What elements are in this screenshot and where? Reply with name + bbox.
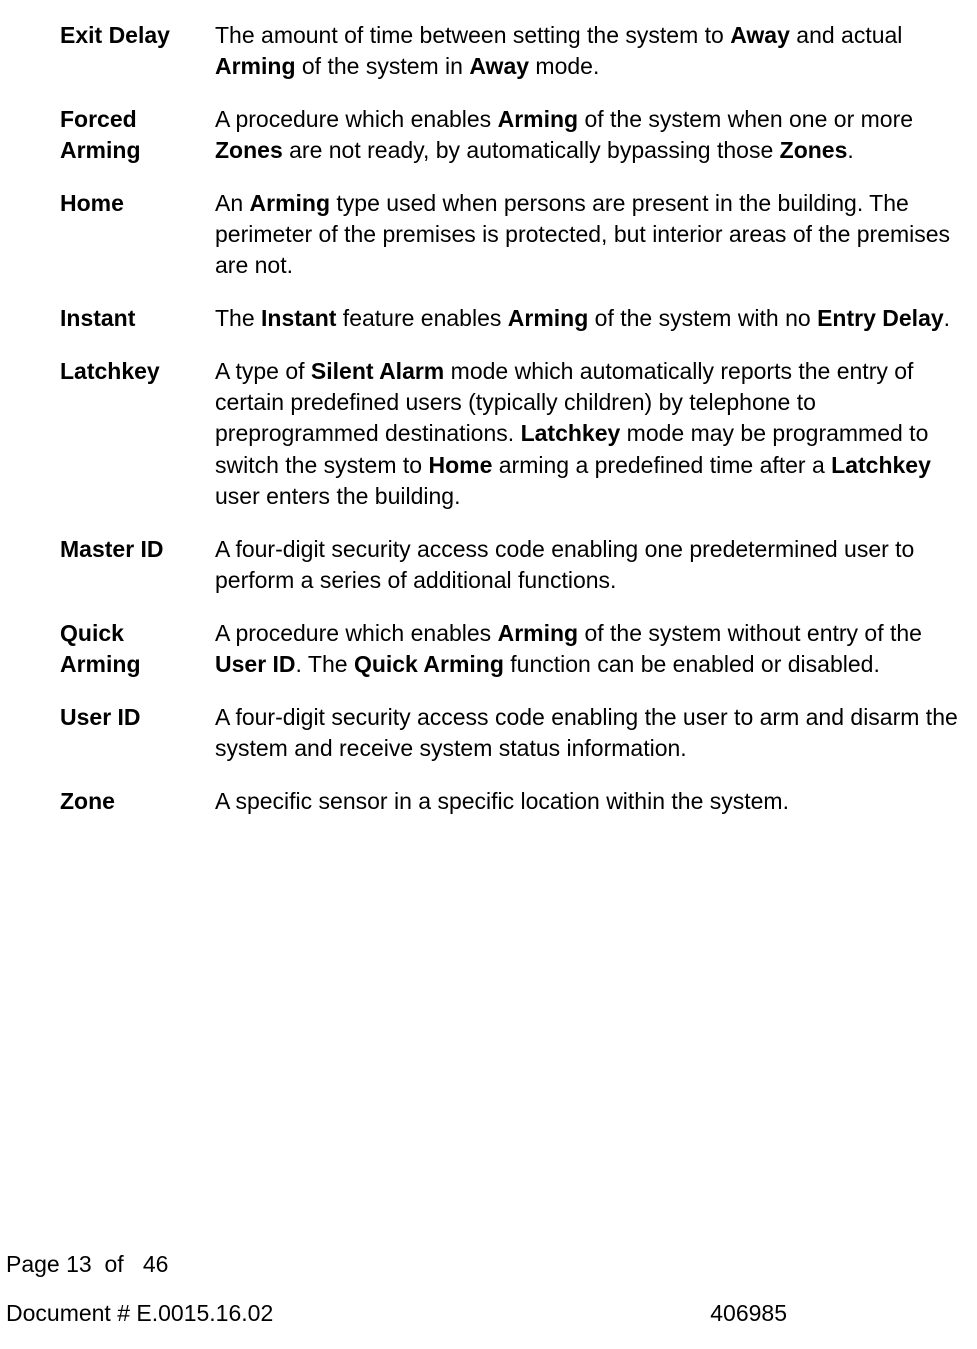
definition-term: Latchkey bbox=[60, 356, 215, 511]
definition-entry: Quick ArmingA procedure which enables Ar… bbox=[60, 618, 967, 680]
page-footer: Page 13 of 46 Document # E.0015.16.02 40… bbox=[0, 1249, 977, 1329]
definition-term: User ID bbox=[60, 702, 215, 764]
definition-text: A four-digit security access code enabli… bbox=[215, 702, 967, 764]
definition-term: Home bbox=[60, 188, 215, 281]
document-number: Document # E.0015.16.02 bbox=[6, 1298, 273, 1329]
definition-term: Instant bbox=[60, 303, 215, 334]
definition-text: A procedure which enables Arming of the … bbox=[215, 618, 967, 680]
definition-entry: LatchkeyA type of Silent Alarm mode whic… bbox=[60, 356, 967, 511]
definition-term: Zone bbox=[60, 786, 215, 817]
definition-text: The Instant feature enables Arming of th… bbox=[215, 303, 967, 334]
definition-entry: Forced ArmingA procedure which enables A… bbox=[60, 104, 967, 166]
definition-text: A procedure which enables Arming of the … bbox=[215, 104, 967, 166]
page-number-line: Page 13 of 46 bbox=[0, 1249, 967, 1280]
definition-text: An Arming type used when persons are pre… bbox=[215, 188, 967, 281]
page-of: of bbox=[104, 1251, 123, 1277]
definition-text: A type of Silent Alarm mode which automa… bbox=[215, 356, 967, 511]
definition-term: Master ID bbox=[60, 534, 215, 596]
definitions-list: Exit DelayThe amount of time between set… bbox=[60, 20, 967, 817]
page-current: 13 bbox=[66, 1251, 92, 1277]
document-info-line: Document # E.0015.16.02 406985 bbox=[0, 1298, 967, 1329]
definition-entry: ZoneA specific sensor in a specific loca… bbox=[60, 786, 967, 817]
definition-entry: InstantThe Instant feature enables Armin… bbox=[60, 303, 967, 334]
definition-term: Forced Arming bbox=[60, 104, 215, 166]
page-label: Page bbox=[6, 1251, 60, 1277]
definition-text: A specific sensor in a specific location… bbox=[215, 786, 967, 817]
document-code: 406985 bbox=[710, 1298, 787, 1329]
definition-term: Exit Delay bbox=[60, 20, 215, 82]
definition-text: The amount of time between setting the s… bbox=[215, 20, 967, 82]
definition-term: Quick Arming bbox=[60, 618, 215, 680]
definition-text: A four-digit security access code enabli… bbox=[215, 534, 967, 596]
definition-entry: Exit DelayThe amount of time between set… bbox=[60, 20, 967, 82]
definition-entry: Master IDA four-digit security access co… bbox=[60, 534, 967, 596]
page-total: 46 bbox=[143, 1251, 169, 1277]
definition-entry: User IDA four-digit security access code… bbox=[60, 702, 967, 764]
definition-entry: HomeAn Arming type used when persons are… bbox=[60, 188, 967, 281]
